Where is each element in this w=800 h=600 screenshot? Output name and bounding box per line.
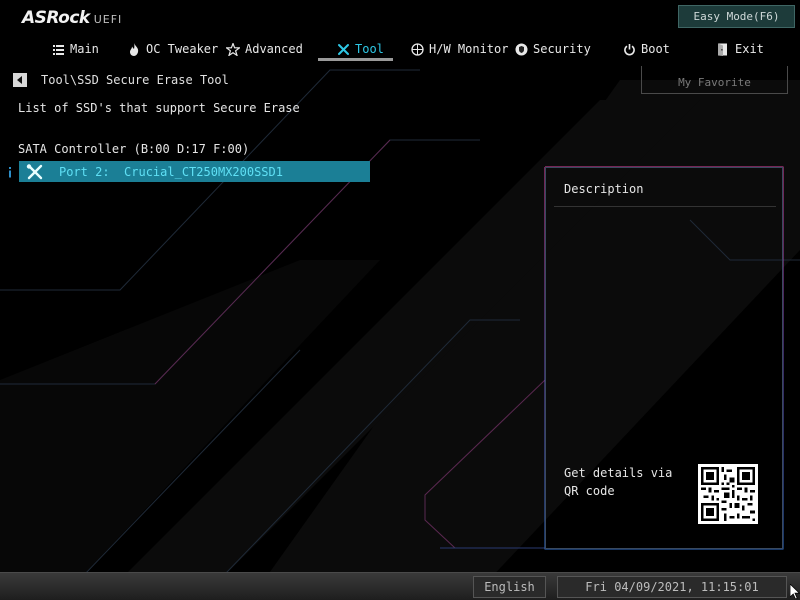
datetime-display: Fri 04/09/2021, 11:15:01 <box>557 576 787 598</box>
star-icon <box>226 42 240 56</box>
main-nav: Main OC Tweaker Advanced Tool H/W Monito… <box>0 36 800 62</box>
info-icon <box>9 167 11 178</box>
tab-tool-label: Tool <box>355 42 384 56</box>
active-tab-indicator <box>318 58 393 61</box>
description-title: Description <box>564 182 644 196</box>
description-panel: Description Get details via QR code <box>545 167 783 549</box>
tab-hw-monitor-label: H/W Monitor <box>429 42 509 56</box>
tools-icon <box>21 161 49 182</box>
flame-icon <box>127 42 141 56</box>
qr-code <box>698 464 758 524</box>
tab-main[interactable]: Main <box>51 36 99 62</box>
sata-controller-label: SATA Controller (B:00 D:17 F:00) <box>18 142 250 156</box>
brand-sub: UEFI <box>93 13 123 26</box>
list-title: List of SSD's that support Secure Erase <box>18 101 300 115</box>
tab-exit-label: Exit <box>735 42 764 56</box>
list-icon <box>51 42 65 56</box>
monitor-icon <box>410 42 424 56</box>
ssd-port-item[interactable]: Port 2: Crucial_CT250MX200SSD1 <box>19 161 370 182</box>
my-favorite-button[interactable]: My Favorite <box>641 66 788 94</box>
tab-exit[interactable]: Exit <box>716 36 764 62</box>
power-icon <box>622 42 636 56</box>
qr-details-text: Get details via QR code <box>564 466 673 498</box>
tools-icon <box>336 42 350 56</box>
easy-mode-button[interactable]: Easy Mode(F6) <box>678 5 795 28</box>
breadcrumb: Tool\SSD Secure Erase Tool <box>13 73 229 87</box>
back-button[interactable] <box>13 73 27 87</box>
tab-security-label: Security <box>533 42 591 56</box>
exit-icon <box>716 42 730 56</box>
tab-advanced-label: Advanced <box>245 42 303 56</box>
language-button[interactable]: English <box>473 576 546 598</box>
status-bar: English Fri 04/09/2021, 11:15:01 <box>0 572 800 600</box>
qr-code-icon <box>701 467 755 521</box>
tab-oc-tweaker-label: OC Tweaker <box>146 42 219 56</box>
tab-security[interactable]: Security <box>514 36 591 62</box>
tab-boot-label: Boot <box>641 42 670 56</box>
description-divider <box>554 206 776 207</box>
breadcrumb-path: Tool\SSD Secure Erase Tool <box>41 73 229 87</box>
ssd-port-label: Port 2: Crucial_CT250MX200SSD1 <box>59 164 283 179</box>
tab-boot[interactable]: Boot <box>622 36 670 62</box>
mouse-cursor-icon <box>790 584 800 599</box>
tab-oc-tweaker[interactable]: OC Tweaker <box>127 36 218 62</box>
tab-advanced[interactable]: Advanced <box>226 36 303 62</box>
tab-hw-monitor[interactable]: H/W Monitor <box>410 36 508 62</box>
brand-name: ASRock <box>22 8 90 28</box>
tab-main-label: Main <box>70 42 99 56</box>
back-arrow-icon <box>17 76 22 84</box>
asrock-logo: ASRock UEFI <box>22 8 122 28</box>
shield-icon <box>514 42 528 56</box>
